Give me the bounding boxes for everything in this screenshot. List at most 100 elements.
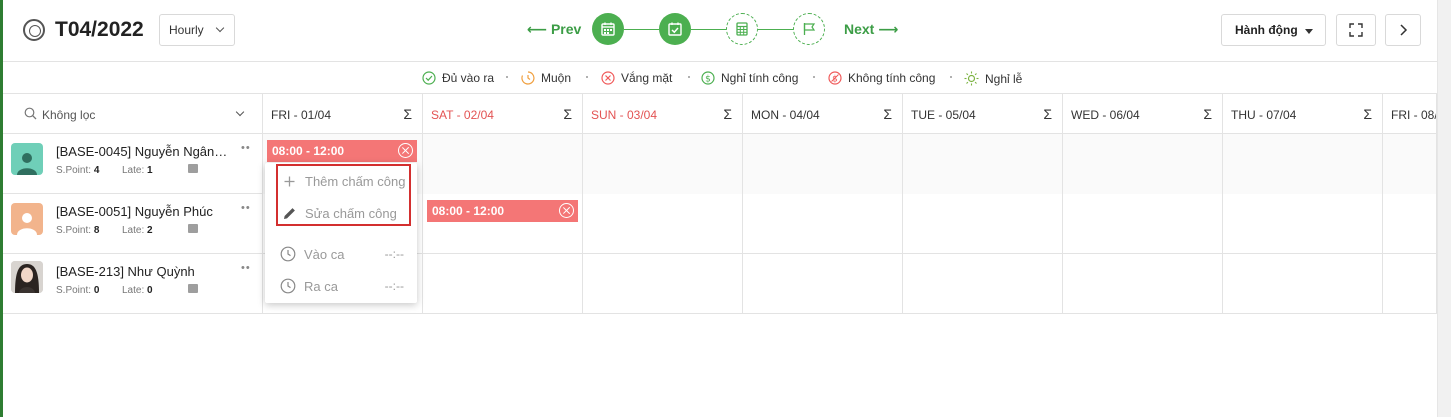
mode-select[interactable]: Hourly <box>159 14 235 46</box>
edit-timesheet-item[interactable]: Sửa chấm công <box>282 206 397 221</box>
toolbar: T04/2022 Hourly ⟵ Prev Next ⟶ Hành động <box>3 0 1437 62</box>
pencil-icon <box>282 207 296 220</box>
close-circle-icon <box>601 71 615 85</box>
dollar-circle-icon: $ <box>701 71 715 85</box>
day-cell[interactable] <box>1223 254 1383 314</box>
legend-late: Muộn <box>521 71 571 85</box>
day-cell[interactable] <box>743 134 903 194</box>
day-cell[interactable] <box>423 254 583 314</box>
sum-icon[interactable]: Σ <box>1363 106 1372 122</box>
day-header: WED - 06/04 Σ <box>1063 94 1223 134</box>
filter-select[interactable]: Không lọc <box>3 94 263 134</box>
day-cell[interactable] <box>583 134 743 194</box>
add-timesheet-item[interactable]: Thêm chấm công <box>282 174 405 189</box>
chevron-right-icon <box>1400 24 1408 36</box>
no-dollar-circle-icon: $ <box>828 71 842 85</box>
employee-cell: [BASE-0051] Nguyễn Phúc S.Point: 8 Late:… <box>3 194 263 254</box>
day-cell[interactable] <box>743 194 903 254</box>
employee-cell: [BASE-0045] Nguyễn Ngân Hà S.Point: 4 La… <box>3 134 263 194</box>
more-icon[interactable]: • • <box>241 262 250 274</box>
next-panel-button[interactable] <box>1385 14 1421 46</box>
user-icon <box>17 153 37 175</box>
step-finish[interactable] <box>793 13 825 45</box>
grid-header: Không lọc FRI - 01/04 Σ SAT - 02/04 Σ SUN … <box>3 94 1437 134</box>
sum-icon[interactable]: Σ <box>1043 106 1052 122</box>
shift-block[interactable]: 08:00 - 12:00 <box>427 200 578 222</box>
employee-cell: [BASE-213] Như Quỳnh S.Point: 0 Late: 0 … <box>3 254 263 314</box>
avatar <box>11 203 43 235</box>
step-connector <box>691 29 726 30</box>
action-dropdown-button[interactable]: Hành động <box>1221 14 1326 46</box>
step-calendar[interactable] <box>592 13 624 45</box>
step-calculator[interactable] <box>726 13 758 45</box>
day-cell[interactable] <box>423 134 583 194</box>
legend-unpaid: $ Không tính công <box>828 71 935 85</box>
vertical-scrollbar[interactable] <box>1437 0 1451 417</box>
legend-separator <box>813 76 815 78</box>
check-circle-icon <box>422 71 436 85</box>
day-cell[interactable] <box>583 254 743 314</box>
prev-button[interactable]: ⟵ Prev <box>527 21 581 38</box>
day-cell[interactable] <box>903 254 1063 314</box>
message-icon[interactable] <box>188 284 198 293</box>
day-cell[interactable] <box>903 134 1063 194</box>
day-cell[interactable] <box>1063 254 1223 314</box>
day-cell[interactable] <box>583 194 743 254</box>
day-cell[interactable] <box>1383 134 1437 194</box>
day-header: SUN - 03/04 Σ <box>583 94 743 134</box>
step-connector <box>624 29 659 30</box>
clock-icon <box>280 246 296 262</box>
period-title: T04/2022 <box>55 18 144 41</box>
mode-select-value: Hourly <box>169 23 204 37</box>
message-icon[interactable] <box>188 164 198 173</box>
day-cell[interactable] <box>1063 194 1223 254</box>
user-photo <box>11 261 43 293</box>
employee-stats: S.Point: 8 Late: 2 <box>56 225 153 236</box>
employee-name[interactable]: [BASE-0045] Nguyễn Ngân Hà <box>56 144 228 159</box>
check-out-row: Ra ca --:-- <box>280 278 404 294</box>
check-out-time: --:-- <box>384 279 404 293</box>
sum-icon[interactable]: Σ <box>563 106 572 122</box>
day-cell[interactable] <box>903 194 1063 254</box>
fullscreen-button[interactable] <box>1336 14 1376 46</box>
sun-icon <box>964 71 979 86</box>
day-header: TUE - 05/04 Σ <box>903 94 1063 134</box>
filter-label: Không lọc <box>42 108 96 122</box>
day-header: FRI - 01/04 Σ <box>263 94 423 134</box>
employee-stats: S.Point: 4 Late: 1 <box>56 165 153 176</box>
step-calendar-check[interactable] <box>659 13 691 45</box>
user-icon <box>17 213 37 235</box>
day-cell[interactable] <box>743 254 903 314</box>
legend-separator <box>688 76 690 78</box>
next-button[interactable]: Next ⟶ <box>844 21 898 38</box>
calculator-icon <box>736 22 748 36</box>
calendar-check-icon <box>668 22 682 36</box>
close-icon[interactable] <box>398 143 413 158</box>
day-cell[interactable] <box>1383 254 1437 314</box>
legend-separator <box>586 76 588 78</box>
day-cell[interactable] <box>1223 134 1383 194</box>
day-header: MON - 04/04 Σ <box>743 94 903 134</box>
sum-icon[interactable]: Σ <box>723 106 732 122</box>
search-icon <box>24 107 37 120</box>
sum-icon[interactable]: Σ <box>403 106 412 122</box>
message-icon[interactable] <box>188 224 198 233</box>
more-icon[interactable]: • • <box>241 142 250 154</box>
day-cell[interactable] <box>1063 134 1223 194</box>
shift-block[interactable]: 08:00 - 12:00 <box>267 140 417 162</box>
sum-icon[interactable]: Σ <box>1203 106 1212 122</box>
sum-icon[interactable]: Σ <box>883 106 892 122</box>
action-dropdown-label: Hành động <box>1235 23 1298 37</box>
legend-paid-leave: $ Nghỉ tính công <box>701 71 798 85</box>
employee-name[interactable]: [BASE-0051] Nguyễn Phúc <box>56 204 228 219</box>
chevron-down-icon <box>235 107 245 117</box>
day-cell[interactable] <box>1223 194 1383 254</box>
employee-name[interactable]: [BASE-213] Như Quỳnh <box>56 264 228 279</box>
expand-icon <box>1349 23 1363 37</box>
day-header: SAT - 02/04 Σ <box>423 94 583 134</box>
table-row: [BASE-0051] Nguyễn Phúc S.Point: 8 Late:… <box>3 194 1437 254</box>
more-icon[interactable]: • • <box>241 202 250 214</box>
calendar-icon <box>601 22 615 36</box>
close-icon[interactable] <box>559 203 574 218</box>
day-cell[interactable] <box>1383 194 1437 254</box>
